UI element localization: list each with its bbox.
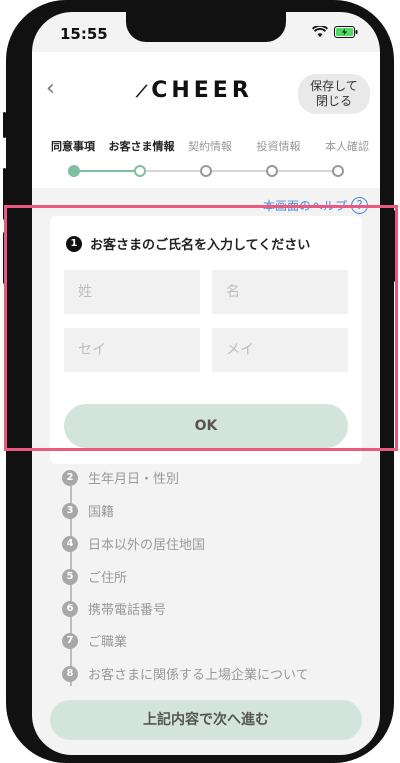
step-dot-identity-check (332, 165, 344, 177)
question-label: ご職業 (88, 635, 128, 650)
question-item-nationality[interactable]: 3 国籍 (62, 501, 114, 520)
question-item-foreign-residence[interactable]: 4 日本以外の居住地国 (62, 534, 205, 553)
step-track-pending (140, 170, 338, 172)
chevron-left-icon[interactable]: ‹ (46, 78, 55, 100)
question-item-birthdate[interactable]: 2 生年月日・性別 (62, 468, 179, 487)
question-number-badge: 4 (62, 535, 78, 552)
question-number-badge: 6 (62, 600, 78, 617)
step-dot-investment-info (266, 165, 278, 177)
question-number-badge: 2 (62, 469, 78, 486)
question-label: 携帯電話番号 (88, 603, 167, 618)
app-header: ‹ ⟋CHEER 保存して 閉じる (32, 52, 380, 124)
question-number-badge: 3 (62, 502, 78, 519)
status-time: 15:55 (60, 25, 108, 43)
step-label-customer-info: お客さま情報 (108, 140, 175, 153)
question-item-listed-company[interactable]: 8 お客さまに関係する上場企業について (62, 664, 309, 683)
notch (126, 12, 286, 42)
step-track-done (74, 170, 140, 172)
wifi-icon (312, 26, 328, 37)
app-logo: ⟋CHEER (136, 78, 253, 103)
step-label-contract-info: 契約情報 (188, 140, 232, 153)
step-dot-consent (68, 165, 80, 177)
question-label: お客さまに関係する上場企業について (88, 668, 309, 683)
step-label-investment-info: 投資情報 (256, 140, 301, 153)
save-label-line1: 保存して (310, 79, 358, 93)
step-label-consent: 同意事項 (51, 140, 95, 153)
question-label: ご住所 (88, 571, 128, 586)
focus-highlight-box (4, 205, 398, 451)
next-step-button[interactable]: 上記内容で次へ進む (50, 700, 362, 740)
side-button (3, 112, 6, 138)
step-dot-customer-info (134, 165, 146, 177)
question-label: 国籍 (88, 505, 115, 520)
step-dot-contract-info (200, 165, 212, 177)
question-number-badge: 8 (62, 665, 78, 682)
progress-stepper: 同意事項 お客さま情報 契約情報 投資情報 本人確認 (32, 124, 380, 188)
question-item-address[interactable]: 5 ご住所 (62, 567, 127, 586)
question-label: 生年月日・性別 (88, 472, 180, 487)
question-label: 日本以外の居住地国 (88, 538, 206, 553)
save-label-line2: 閉じる (315, 94, 352, 108)
step-label-identity-check: 本人確認 (325, 140, 369, 153)
status-icons (312, 26, 358, 38)
question-item-mobile-phone[interactable]: 6 携帯電話番号 (62, 599, 166, 618)
question-number-badge: 5 (62, 568, 78, 585)
save-and-close-button[interactable]: 保存して 閉じる (298, 74, 370, 114)
battery-charging-icon (334, 26, 358, 38)
question-item-occupation[interactable]: 7 ご職業 (62, 631, 127, 650)
question-number-badge: 7 (62, 632, 78, 649)
